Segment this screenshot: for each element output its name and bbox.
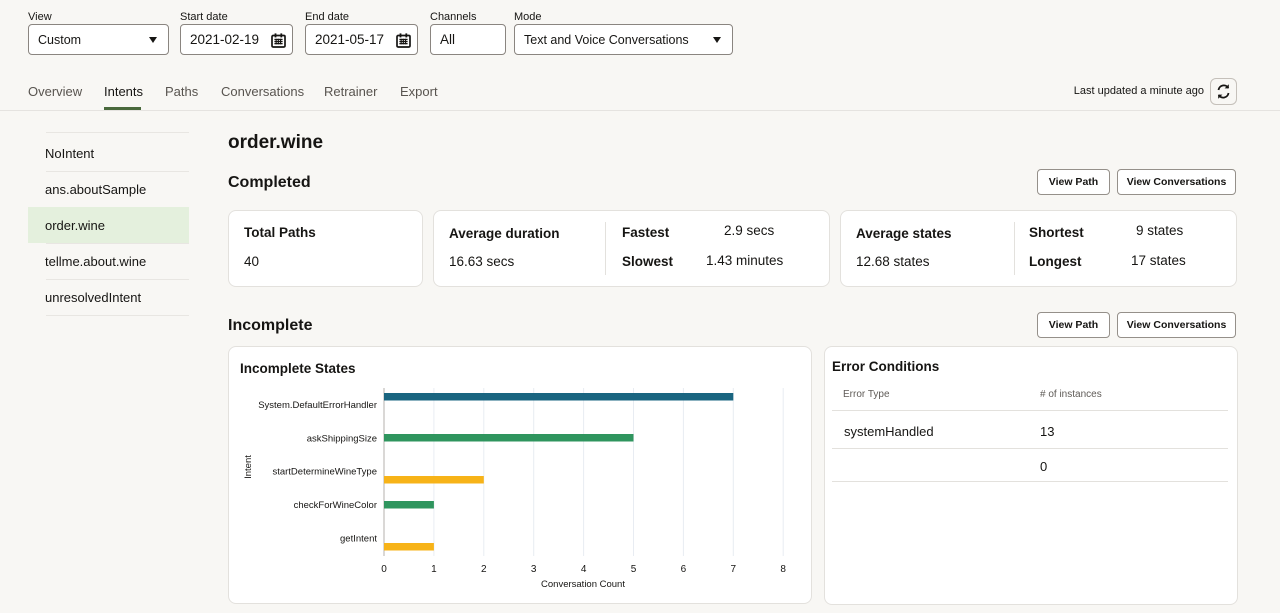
svg-text:5: 5 [631, 564, 637, 575]
svg-text:3: 3 [531, 564, 537, 575]
svg-text:8: 8 [780, 564, 786, 575]
svg-text:startDetermineWineType: startDetermineWineType [272, 467, 377, 478]
svg-text:System.DefaultErrorHandler: System.DefaultErrorHandler [258, 400, 377, 411]
svg-text:4: 4 [581, 564, 587, 575]
svg-text:Conversation Count: Conversation Count [541, 579, 625, 590]
svg-text:7: 7 [731, 564, 737, 575]
svg-text:checkForWineColor: checkForWineColor [294, 500, 377, 511]
svg-text:getIntent: getIntent [340, 534, 377, 545]
svg-text:6: 6 [681, 564, 687, 575]
svg-text:2: 2 [481, 564, 487, 575]
svg-text:1: 1 [431, 564, 437, 575]
svg-text:Intent: Intent [243, 455, 254, 479]
svg-text:askShippingSize: askShippingSize [307, 434, 377, 445]
svg-text:0: 0 [381, 564, 387, 575]
